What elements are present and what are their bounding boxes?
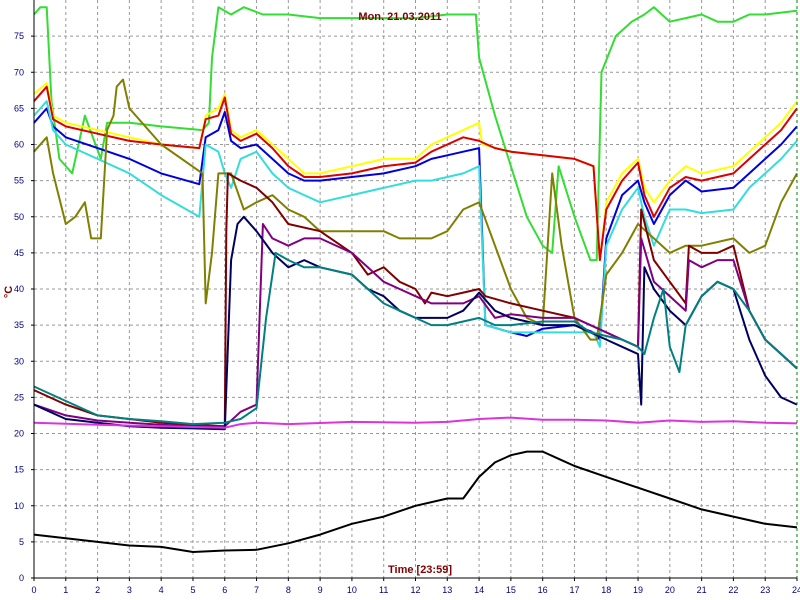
x-tick-label: 21 — [697, 585, 707, 595]
x-tick-label: 15 — [506, 585, 516, 595]
y-tick-label: 45 — [14, 248, 24, 258]
x-tick-label: 3 — [127, 585, 132, 595]
x-tick-label: 18 — [601, 585, 611, 595]
x-tick-label: 24 — [792, 585, 800, 595]
x-tick-label: 23 — [760, 585, 770, 595]
x-tick-label: 11 — [379, 585, 388, 595]
y-tick-label: 50 — [14, 212, 24, 222]
y-tick-label: 20 — [14, 429, 24, 439]
x-tick-label: 6 — [222, 585, 227, 595]
x-tick-label: 22 — [728, 585, 738, 595]
y-tick-label: 70 — [14, 67, 24, 77]
y-axis-label: °C — [3, 286, 15, 298]
x-tick-label: 12 — [410, 585, 420, 595]
x-tick-label: 9 — [318, 585, 323, 595]
x-tick-label: 8 — [286, 585, 291, 595]
x-tick-label: 10 — [347, 585, 357, 595]
y-tick-label: 15 — [14, 465, 24, 475]
x-tick-label: 4 — [159, 585, 164, 595]
y-tick-label: 60 — [14, 140, 24, 150]
y-tick-label: 55 — [14, 176, 24, 186]
x-tick-label: 13 — [442, 585, 452, 595]
x-tick-label: 19 — [633, 585, 643, 595]
y-tick-label: 0 — [19, 573, 24, 583]
x-tick-label: 14 — [474, 585, 484, 595]
chart-background — [0, 0, 800, 600]
y-tick-label: 35 — [14, 320, 24, 330]
x-tick-label: 0 — [31, 585, 36, 595]
chart-title: Mon. 21.03.2011 — [358, 11, 441, 23]
x-tick-label: 20 — [665, 585, 675, 595]
x-tick-label: 5 — [190, 585, 195, 595]
y-tick-label: 65 — [14, 103, 24, 113]
x-axis-label: Time [23:59] — [388, 564, 452, 576]
y-tick-label: 10 — [14, 501, 24, 511]
x-tick-label: 1 — [63, 585, 68, 595]
x-tick-label: 16 — [538, 585, 548, 595]
x-tick-label: 7 — [254, 585, 259, 595]
y-tick-label: 25 — [14, 392, 24, 402]
y-tick-label: 75 — [14, 31, 24, 41]
y-tick-label: 40 — [14, 284, 24, 294]
y-tick-label: 5 — [19, 537, 24, 547]
x-tick-label: 17 — [569, 585, 579, 595]
temperature-chart: 0 1 2 3 4 5 6 7 8 9 10 11 12 13 14 15 16 17 18 19 20 21 22 23 24… — [0, 0, 800, 600]
y-tick-label: 30 — [14, 356, 24, 366]
x-tick-label: 2 — [95, 585, 100, 595]
